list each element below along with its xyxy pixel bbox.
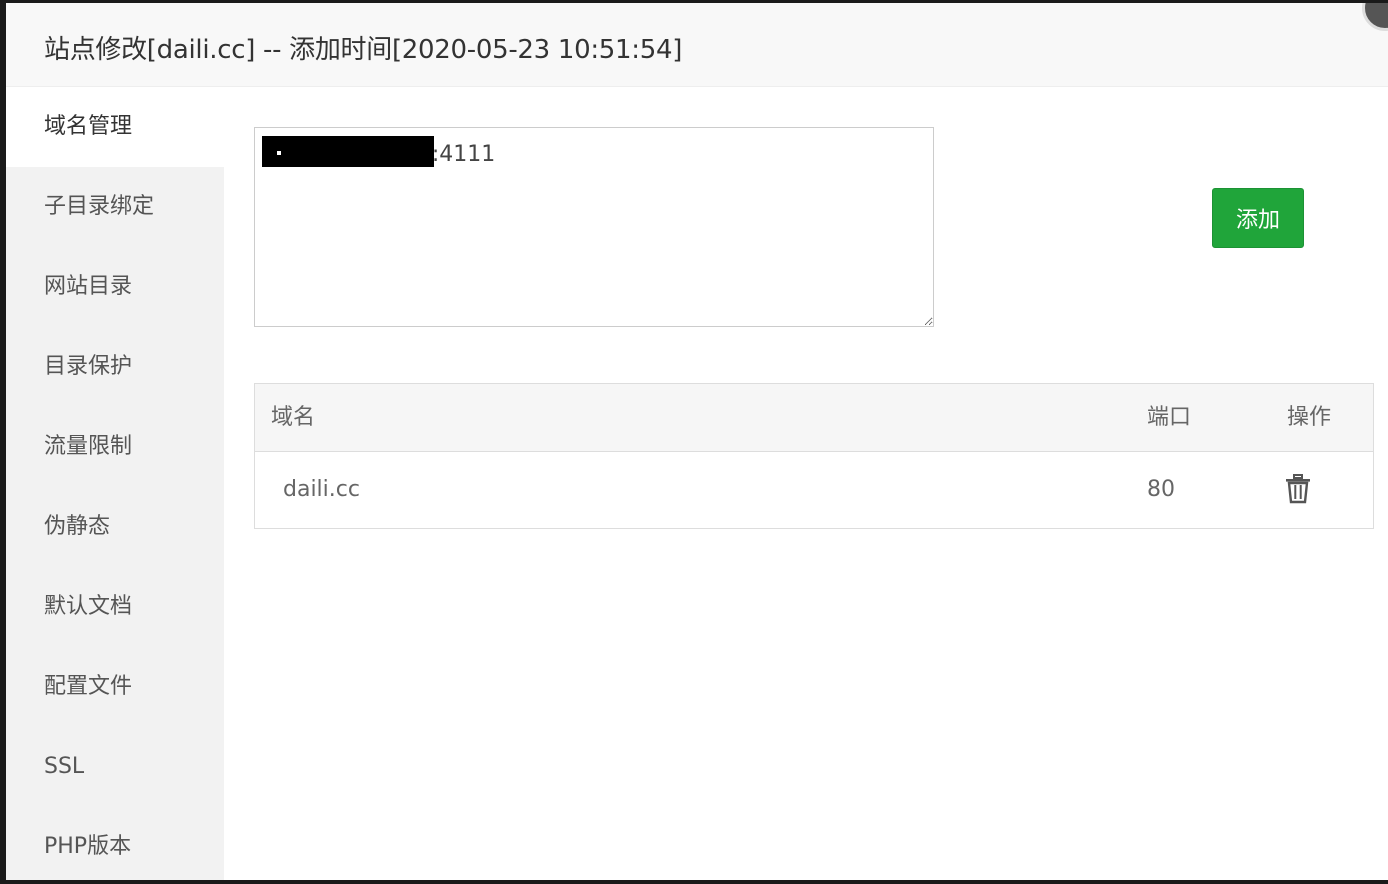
sidebar-item-default-document[interactable]: 默认文档: [6, 567, 224, 647]
table-header: 域名 端口 操作: [255, 384, 1373, 452]
column-header-port: 端口: [1147, 405, 1192, 430]
sidebar-item-subdirectory-binding[interactable]: 子目录绑定: [6, 167, 224, 247]
settings-sidebar: 域名管理 子目录绑定 网站目录 目录保护 流量限制 伪静态 默认文档 配置文件 …: [6, 87, 224, 880]
port-cell: 80: [1147, 477, 1175, 502]
sidebar-item-domain-management[interactable]: 域名管理: [6, 87, 224, 167]
sidebar-item-ssl[interactable]: SSL: [6, 727, 224, 807]
column-header-action: 操作: [1287, 405, 1332, 430]
sidebar-item-config-file[interactable]: 配置文件: [6, 647, 224, 727]
domain-cell: daili.cc: [283, 477, 360, 502]
domain-table: 域名 端口 操作 daili.cc 80: [254, 383, 1374, 529]
column-header-domain: 域名: [271, 405, 316, 430]
redaction-block: [262, 136, 434, 167]
site-edit-dialog: 站点修改[daili.cc] -- 添加时间[2020-05-23 10:51:…: [6, 3, 1388, 880]
dialog-titlebar: 站点修改[daili.cc] -- 添加时间[2020-05-23 10:51:…: [6, 3, 1388, 87]
sidebar-item-rewrite[interactable]: 伪静态: [6, 487, 224, 567]
table-row: daili.cc 80: [255, 452, 1373, 528]
add-domain-button[interactable]: 添加: [1212, 188, 1304, 248]
redaction-dot: [277, 151, 281, 155]
sidebar-item-site-directory[interactable]: 网站目录: [6, 247, 224, 327]
sidebar-item-php-version[interactable]: PHP版本: [6, 807, 224, 880]
trash-icon[interactable]: [1285, 474, 1311, 504]
sidebar-item-traffic-limit[interactable]: 流量限制: [6, 407, 224, 487]
dialog-title: 站点修改[daili.cc] -- 添加时间[2020-05-23 10:51:…: [44, 35, 683, 65]
sidebar-item-directory-protection[interactable]: 目录保护: [6, 327, 224, 407]
